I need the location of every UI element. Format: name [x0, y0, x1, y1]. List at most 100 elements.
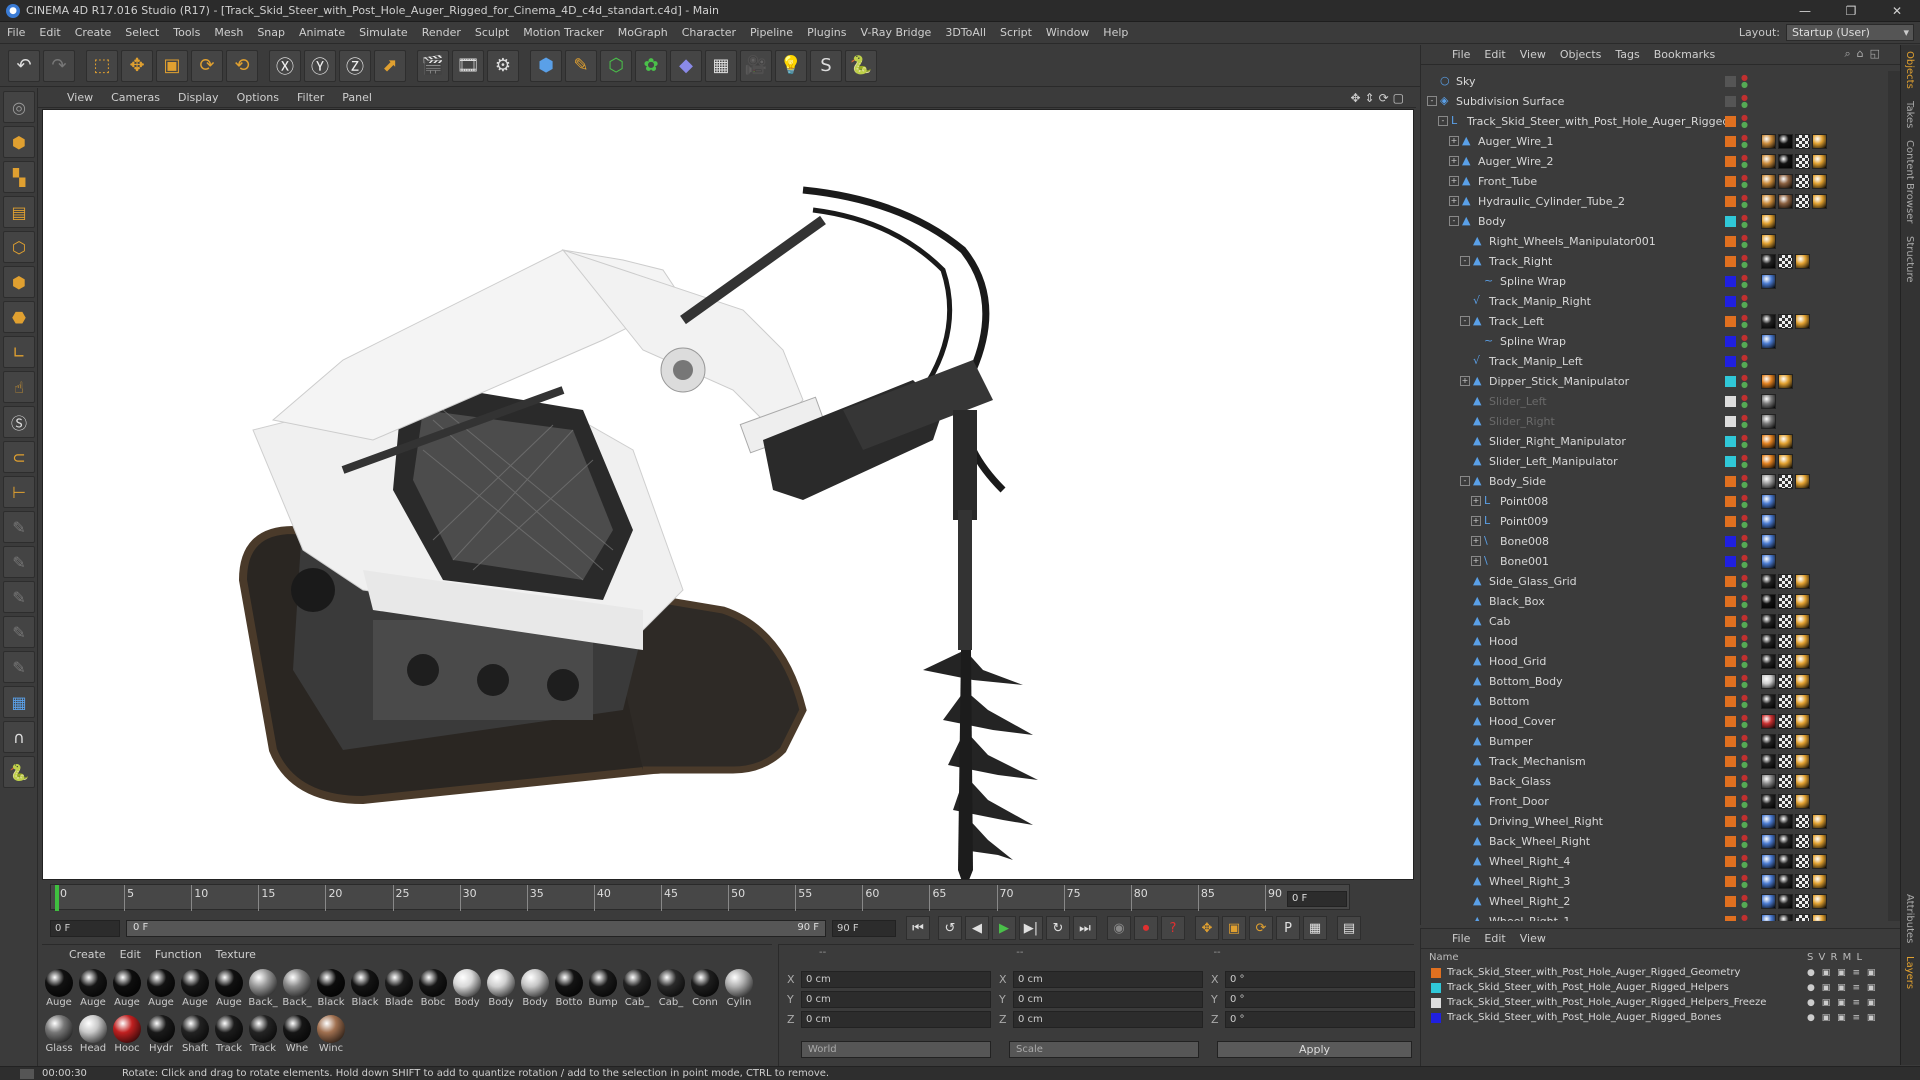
viewport-menu-view[interactable]: View: [58, 91, 102, 104]
tag-icon[interactable]: [1761, 213, 1776, 229]
layer-color-chip[interactable]: [1725, 835, 1736, 847]
coordinate-system-icon[interactable]: ⬈: [374, 49, 406, 82]
visibility-dots-icon[interactable]: ●●: [1741, 734, 1749, 749]
weight-icon[interactable]: ✎: [3, 616, 35, 648]
object-row[interactable]: ▲ Bottom_Body ● ●: [1421, 671, 1885, 691]
object-menu-file[interactable]: File: [1445, 48, 1477, 61]
key-position-icon[interactable]: ✥: [1195, 916, 1219, 940]
visibility-dots-icon[interactable]: ●●: [1741, 674, 1749, 689]
layer-color-chip[interactable]: [1725, 775, 1736, 787]
workplane-icon[interactable]: ▤: [3, 196, 35, 228]
object-menu-view[interactable]: View: [1513, 48, 1553, 61]
object-row[interactable]: ▲ Wheel_Right_2 ● ●: [1421, 891, 1885, 911]
object-row[interactable]: + \ Bone008 ● ●: [1421, 531, 1885, 551]
object-row[interactable]: + ▲ Dipper_Stick_Manipulator ● ●: [1421, 371, 1885, 391]
object-menu-edit[interactable]: Edit: [1477, 48, 1512, 61]
expand-toggle-icon[interactable]: +: [1449, 156, 1459, 166]
menu-help[interactable]: Help: [1096, 26, 1135, 39]
layer-color-chip[interactable]: [1725, 115, 1736, 127]
python-icon[interactable]: 🐍: [845, 49, 877, 82]
material-swatch[interactable]: Auge: [212, 967, 246, 1013]
tag-icon[interactable]: [1795, 613, 1810, 629]
object-row[interactable]: ▲ Track_Mechanism ● ●: [1421, 751, 1885, 771]
tag-icon[interactable]: [1795, 133, 1810, 149]
visibility-dots-icon[interactable]: ●●: [1741, 274, 1749, 289]
pen-spline-icon[interactable]: ✎: [565, 49, 597, 82]
layer-color-chip[interactable]: [1725, 435, 1736, 447]
apply-button[interactable]: Apply: [1217, 1041, 1412, 1058]
next-key-icon[interactable]: ↻: [1046, 916, 1070, 940]
size-z-field[interactable]: 0 cm: [1013, 1011, 1203, 1028]
tag-icon[interactable]: [1778, 433, 1793, 449]
layer-color-swatch[interactable]: [1431, 982, 1441, 993]
tag-icon[interactable]: [1761, 613, 1776, 629]
visibility-dots-icon[interactable]: ●●: [1741, 154, 1749, 169]
material-swatch[interactable]: Head: [76, 1013, 110, 1059]
tag-icon[interactable]: [1761, 393, 1776, 409]
tag-icon[interactable]: [1795, 253, 1810, 269]
tag-icon[interactable]: [1761, 733, 1776, 749]
object-row[interactable]: ▲ Cab ● ●: [1421, 611, 1885, 631]
menu-pipeline[interactable]: Pipeline: [743, 26, 800, 39]
object-row[interactable]: ~ Spline Wrap ● ●: [1421, 271, 1885, 291]
material-menu-edit[interactable]: Edit: [113, 948, 148, 961]
viewport-menu-panel[interactable]: Panel: [333, 91, 381, 104]
floor-icon[interactable]: ▦: [705, 49, 737, 82]
menu-vray-bridge[interactable]: V-Ray Bridge: [853, 26, 938, 39]
tag-icon[interactable]: [1761, 153, 1776, 169]
material-swatch[interactable]: Track: [246, 1013, 280, 1059]
visibility-dots-icon[interactable]: ●●: [1741, 694, 1749, 709]
tag-icon[interactable]: [1795, 593, 1810, 609]
expand-toggle-icon[interactable]: -: [1427, 96, 1437, 106]
tag-icon[interactable]: [1778, 853, 1793, 869]
material-swatch[interactable]: Cylin: [722, 967, 756, 1013]
tag-icon[interactable]: [1761, 713, 1776, 729]
tag-icon[interactable]: [1761, 593, 1776, 609]
undo-icon[interactable]: ↶: [8, 49, 40, 82]
key-scale-icon[interactable]: ▣: [1222, 916, 1246, 940]
material-swatch[interactable]: Back_: [280, 967, 314, 1013]
expand-toggle-icon[interactable]: -: [1449, 216, 1459, 226]
object-row[interactable]: ▲ Side_Glass_Grid ● ●: [1421, 571, 1885, 591]
cube-icon[interactable]: ⬢: [530, 49, 562, 82]
visibility-dots-icon[interactable]: ●●: [1741, 854, 1749, 869]
x-axis-icon[interactable]: Ⓧ: [269, 49, 301, 82]
material-menu-create[interactable]: Create: [62, 948, 113, 961]
layer-menu-edit[interactable]: Edit: [1477, 932, 1512, 945]
tag-icon[interactable]: [1761, 893, 1776, 909]
material-menu-function[interactable]: Function: [148, 948, 209, 961]
tag-icon[interactable]: [1761, 493, 1776, 509]
material-swatch[interactable]: Body: [450, 967, 484, 1013]
expand-toggle-icon[interactable]: +: [1449, 176, 1459, 186]
tag-icon[interactable]: [1761, 513, 1776, 529]
layer-color-chip[interactable]: [1725, 855, 1736, 867]
axis-mode-icon[interactable]: ∟: [3, 336, 35, 368]
size-y-field[interactable]: 0 cm: [1013, 991, 1203, 1008]
visibility-dots-icon[interactable]: ●●: [1741, 374, 1749, 389]
viewport-menu-options[interactable]: Options: [228, 91, 288, 104]
goto-end-icon[interactable]: ⏭: [1073, 916, 1097, 940]
tag-icon[interactable]: [1778, 473, 1793, 489]
tag-icon[interactable]: [1778, 313, 1793, 329]
tag-icon[interactable]: [1778, 453, 1793, 469]
tag-icon[interactable]: [1761, 433, 1776, 449]
tag-icon[interactable]: [1778, 633, 1793, 649]
tag-icon[interactable]: [1778, 673, 1793, 689]
make-editable-icon[interactable]: ◎: [3, 91, 35, 123]
tag-icon[interactable]: [1778, 593, 1793, 609]
magnet-icon[interactable]: ∩: [3, 721, 35, 753]
tag-icon[interactable]: [1761, 813, 1776, 829]
visibility-dots-icon[interactable]: ●●: [1741, 494, 1749, 509]
tag-icon[interactable]: [1761, 553, 1776, 569]
object-row[interactable]: ▲ Hood_Grid ● ●: [1421, 651, 1885, 671]
tag-icon[interactable]: [1795, 793, 1810, 809]
frame-range-slider[interactable]: 0 F 90 F: [126, 919, 826, 937]
menu-snap[interactable]: Snap: [250, 26, 292, 39]
menu-animate[interactable]: Animate: [292, 26, 352, 39]
layer-color-chip[interactable]: [1725, 315, 1736, 327]
tag-icon[interactable]: [1761, 253, 1776, 269]
autokey-icon[interactable]: ⏺: [1134, 916, 1158, 940]
visibility-dots-icon[interactable]: ●●: [1741, 214, 1749, 229]
object-row[interactable]: + ▲ Hydraulic_Cylinder_Tube_2 ● ●: [1421, 191, 1885, 211]
material-swatch[interactable]: Whe: [280, 1013, 314, 1059]
